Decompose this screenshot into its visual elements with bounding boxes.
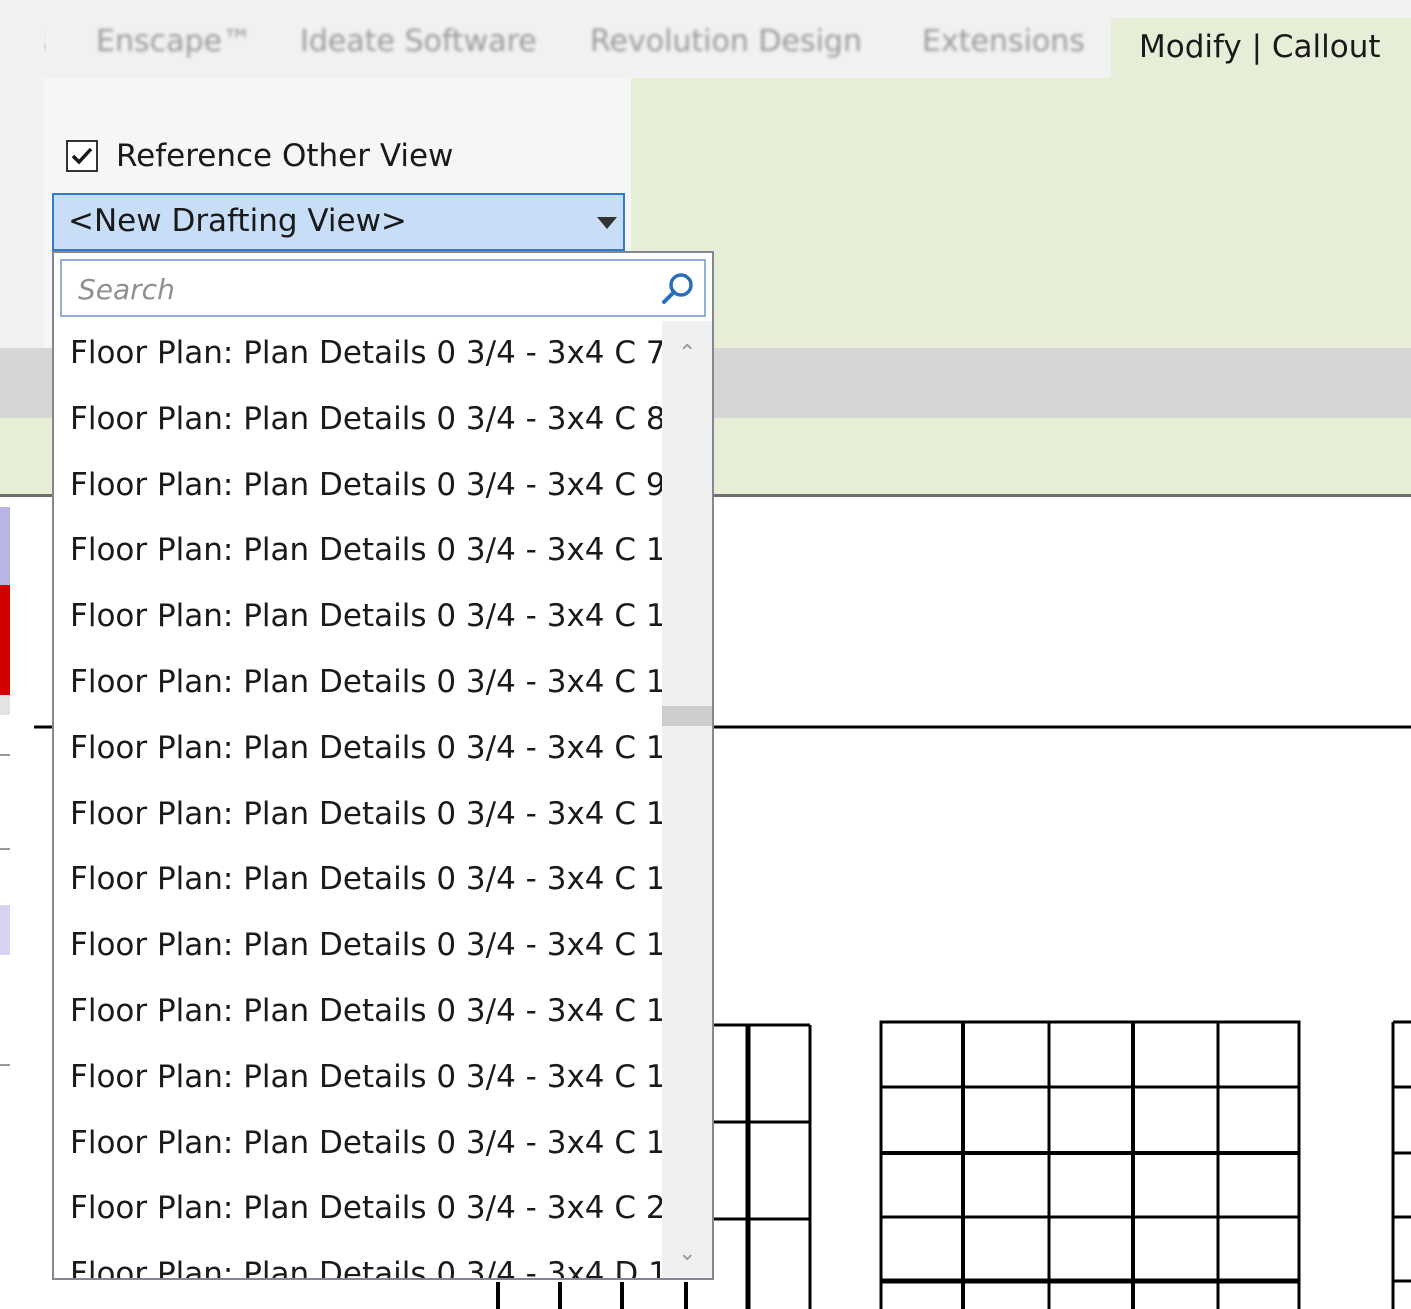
chevron-up-icon[interactable]: ⌃: [678, 341, 696, 366]
list-item[interactable]: Floor Plan: Plan Details 0 3/4 - 3x4 C 1…: [54, 782, 685, 848]
list-item[interactable]: Floor Plan: Plan Details 0 3/4 - 3x4 C 8: [54, 387, 666, 453]
left-panel-strip: [0, 507, 10, 587]
tab-modify-callout[interactable]: Modify | Callout: [1111, 18, 1411, 78]
list-item[interactable]: Floor Plan: Plan Details 0 3/4 - 3x4 C 1…: [54, 518, 685, 584]
view-dropdown-list[interactable]: Floor Plan: Plan Details 0 3/4 - 3x4 C 7…: [52, 251, 714, 1280]
left-panel-lavender-strip: [0, 905, 10, 955]
list-item[interactable]: Floor Plan: Plan Details 0 3/4 - 3x4 C 1…: [54, 1111, 685, 1177]
list-item[interactable]: Floor Plan: Plan Details 0 3/4 - 3x4 C 9: [54, 453, 666, 519]
list-item[interactable]: Floor Plan: Plan Details 0 3/4 - 3x4 C 1…: [54, 650, 685, 716]
tab-ideate-software[interactable]: Ideate Software: [300, 24, 537, 59]
list-item[interactable]: Floor Plan: Plan Details 0 3/4 - 3x4 C 1…: [54, 1045, 685, 1111]
scrollbar-thumb[interactable]: [662, 706, 712, 726]
left-panel-red-strip: [0, 585, 10, 695]
tab-enscape[interactable]: Enscape™: [96, 24, 252, 59]
list-item[interactable]: Floor Plan: Plan Details 0 3/4 - 3x4 C 1…: [54, 979, 685, 1045]
list-scrollbar[interactable]: ⌃ ⌄: [662, 321, 712, 1278]
view-selector-value: <New Drafting View>: [68, 203, 407, 239]
tab-revolution-design[interactable]: Revolution Design: [590, 24, 862, 59]
left-panel-gray-strip: [0, 695, 10, 715]
drawing-grid-center: [879, 1020, 1301, 1309]
search-icon[interactable]: [660, 271, 696, 307]
list-item[interactable]: Floor Plan: Plan Details 0 3/4 - 3x4 C 1…: [54, 847, 685, 913]
search-box[interactable]: [60, 259, 706, 317]
chevron-down-icon[interactable]: ⌄: [678, 1241, 696, 1266]
list-item[interactable]: Floor Plan: Plan Details 0 3/4 - 3x4 C 1…: [54, 716, 685, 782]
tab-extensions[interactable]: Extensions: [922, 24, 1085, 59]
list-item[interactable]: Floor Plan: Plan Details 0 3/4 - 3x4 C 2…: [54, 1176, 685, 1242]
view-list: Floor Plan: Plan Details 0 3/4 - 3x4 C 7…: [54, 321, 685, 1278]
chevron-down-icon[interactable]: [597, 217, 617, 229]
list-item[interactable]: Floor Plan: Plan Details 0 3/4 - 3x4 D 1: [54, 1242, 668, 1278]
view-selector-combobox[interactable]: <New Drafting View>: [52, 193, 625, 251]
reference-other-view-label[interactable]: Reference Other View: [116, 138, 453, 174]
checkmark-icon: [71, 147, 93, 165]
list-item[interactable]: Floor Plan: Plan Details 0 3/4 - 3x4 C 1…: [54, 913, 685, 979]
search-input[interactable]: [76, 267, 640, 311]
drawing-grid-right: [1391, 1020, 1411, 1309]
list-item[interactable]: Floor Plan: Plan Details 0 3/4 - 3x4 C 1…: [54, 584, 685, 650]
ribbon-tab-bar: s Enscape™ Ideate Software Revolution De…: [0, 0, 1411, 78]
left-edge-panel: [0, 0, 44, 348]
list-item[interactable]: Floor Plan: Plan Details 0 3/4 - 3x4 C 7: [54, 321, 666, 387]
reference-other-view-checkbox[interactable]: [66, 140, 98, 172]
